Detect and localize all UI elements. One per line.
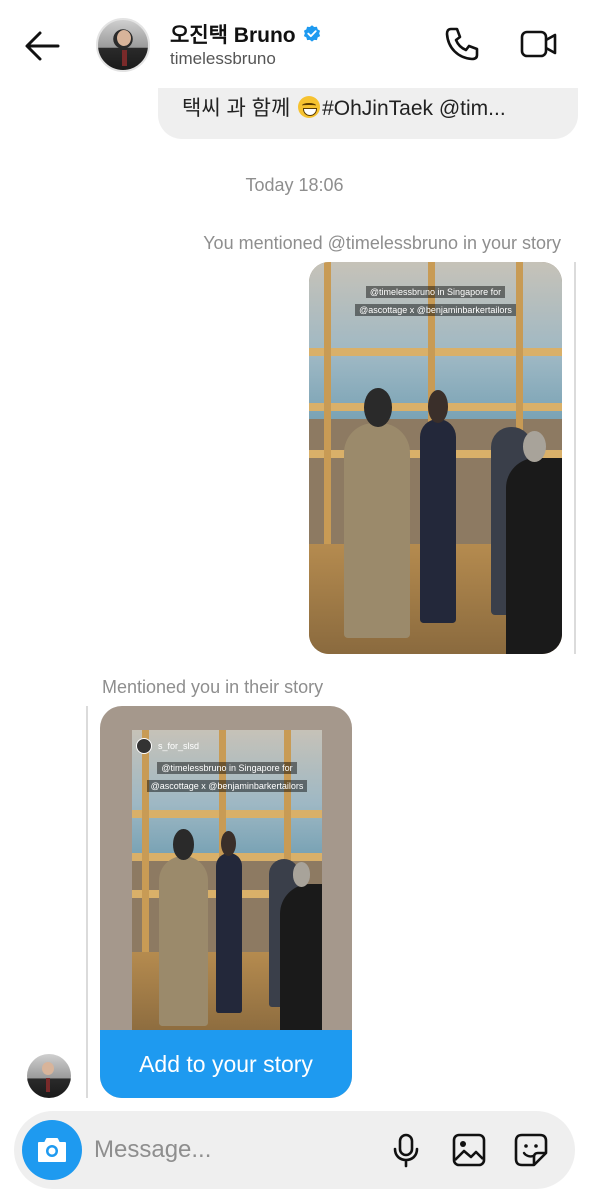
sender-avatar[interactable] [27,1054,71,1098]
story-caption: @timelessbruno in Singapore for @ascotta… [132,758,322,794]
gallery-button[interactable] [450,1131,488,1169]
story-photo: @timelessbruno in Singapore for @ascotta… [309,262,562,654]
contact-username: timelessbruno [170,49,276,68]
story-caption-line: @timelessbruno in Singapore for [365,285,506,298]
outgoing-story-preview[interactable]: @timelessbruno in Singapore for @ascotta… [309,262,562,654]
message-text: 택씨 과 함께 #OhJinTaek @tim... [182,92,506,122]
phone-icon [445,27,479,61]
voice-message-button[interactable] [387,1131,425,1169]
message-composer [14,1111,575,1189]
story-frame: @timelessbruno in Singapore for @ascotta… [132,730,322,1038]
video-call-button[interactable] [518,24,558,64]
avatar-tie [46,1078,50,1092]
sticker-icon [514,1133,548,1167]
chat-header: 오진택 Bruno timelessbruno [0,0,589,88]
avatar-tie [122,50,127,66]
contact-avatar[interactable] [96,18,150,72]
story-caption-line: @timelessbruno in Singapore for [157,761,297,774]
contact-name-row[interactable]: 오진택 Bruno [170,19,322,49]
sticker-button[interactable] [512,1131,550,1169]
camera-button[interactable] [22,1120,82,1180]
story-photo: @timelessbruno in Singapore for @ascotta… [132,730,322,1038]
arrow-left-icon [25,31,60,61]
photo-beam [132,810,322,819]
microphone-icon [393,1133,419,1168]
avatar-face [117,30,131,46]
story-author-name: s_for_slsd [158,741,200,751]
story-caption: @timelessbruno in Singapore for @ascotta… [309,282,562,318]
photo-person [420,390,456,623]
verified-badge-icon [303,25,320,42]
add-to-story-button[interactable]: Add to your story [100,1030,352,1098]
message-timestamp: Today 18:06 [245,175,344,195]
incoming-story-preview[interactable]: s_for_slsd @timelessbruno in Singapore f… [100,706,352,1098]
message-input[interactable] [94,1133,374,1167]
back-button[interactable] [22,26,62,66]
story-caption-line: @ascottage x @benjaminbarkertailors [146,779,308,792]
video-camera-icon [520,30,557,58]
avatar-face [42,1062,54,1075]
incoming-mention-label: Mentioned you in their story [102,677,324,697]
photo-person [158,829,208,1026]
image-icon [452,1133,486,1167]
photo-beam [309,348,562,357]
story-author-avatar [136,738,152,754]
reply-rail [86,706,88,1098]
call-button[interactable] [442,24,482,64]
grinning-emoji-icon [298,96,321,118]
reply-rail [574,262,576,654]
photo-person [344,388,411,639]
story-author: s_for_slsd [136,738,199,754]
story-caption-line: @ascottage x @benjaminbarkertailors [355,303,516,316]
photo-person [280,862,322,1038]
photo-person [506,430,562,654]
photo-person [215,830,243,1014]
message-text-part: #OhJinTaek @tim... [322,97,506,120]
outgoing-mention-label: You mentioned @timelessbruno in your sto… [203,233,561,253]
message-text-part: 택씨 과 함께 [182,97,297,120]
camera-icon [38,1138,66,1162]
contact-name: 오진택 Bruno [170,24,296,47]
